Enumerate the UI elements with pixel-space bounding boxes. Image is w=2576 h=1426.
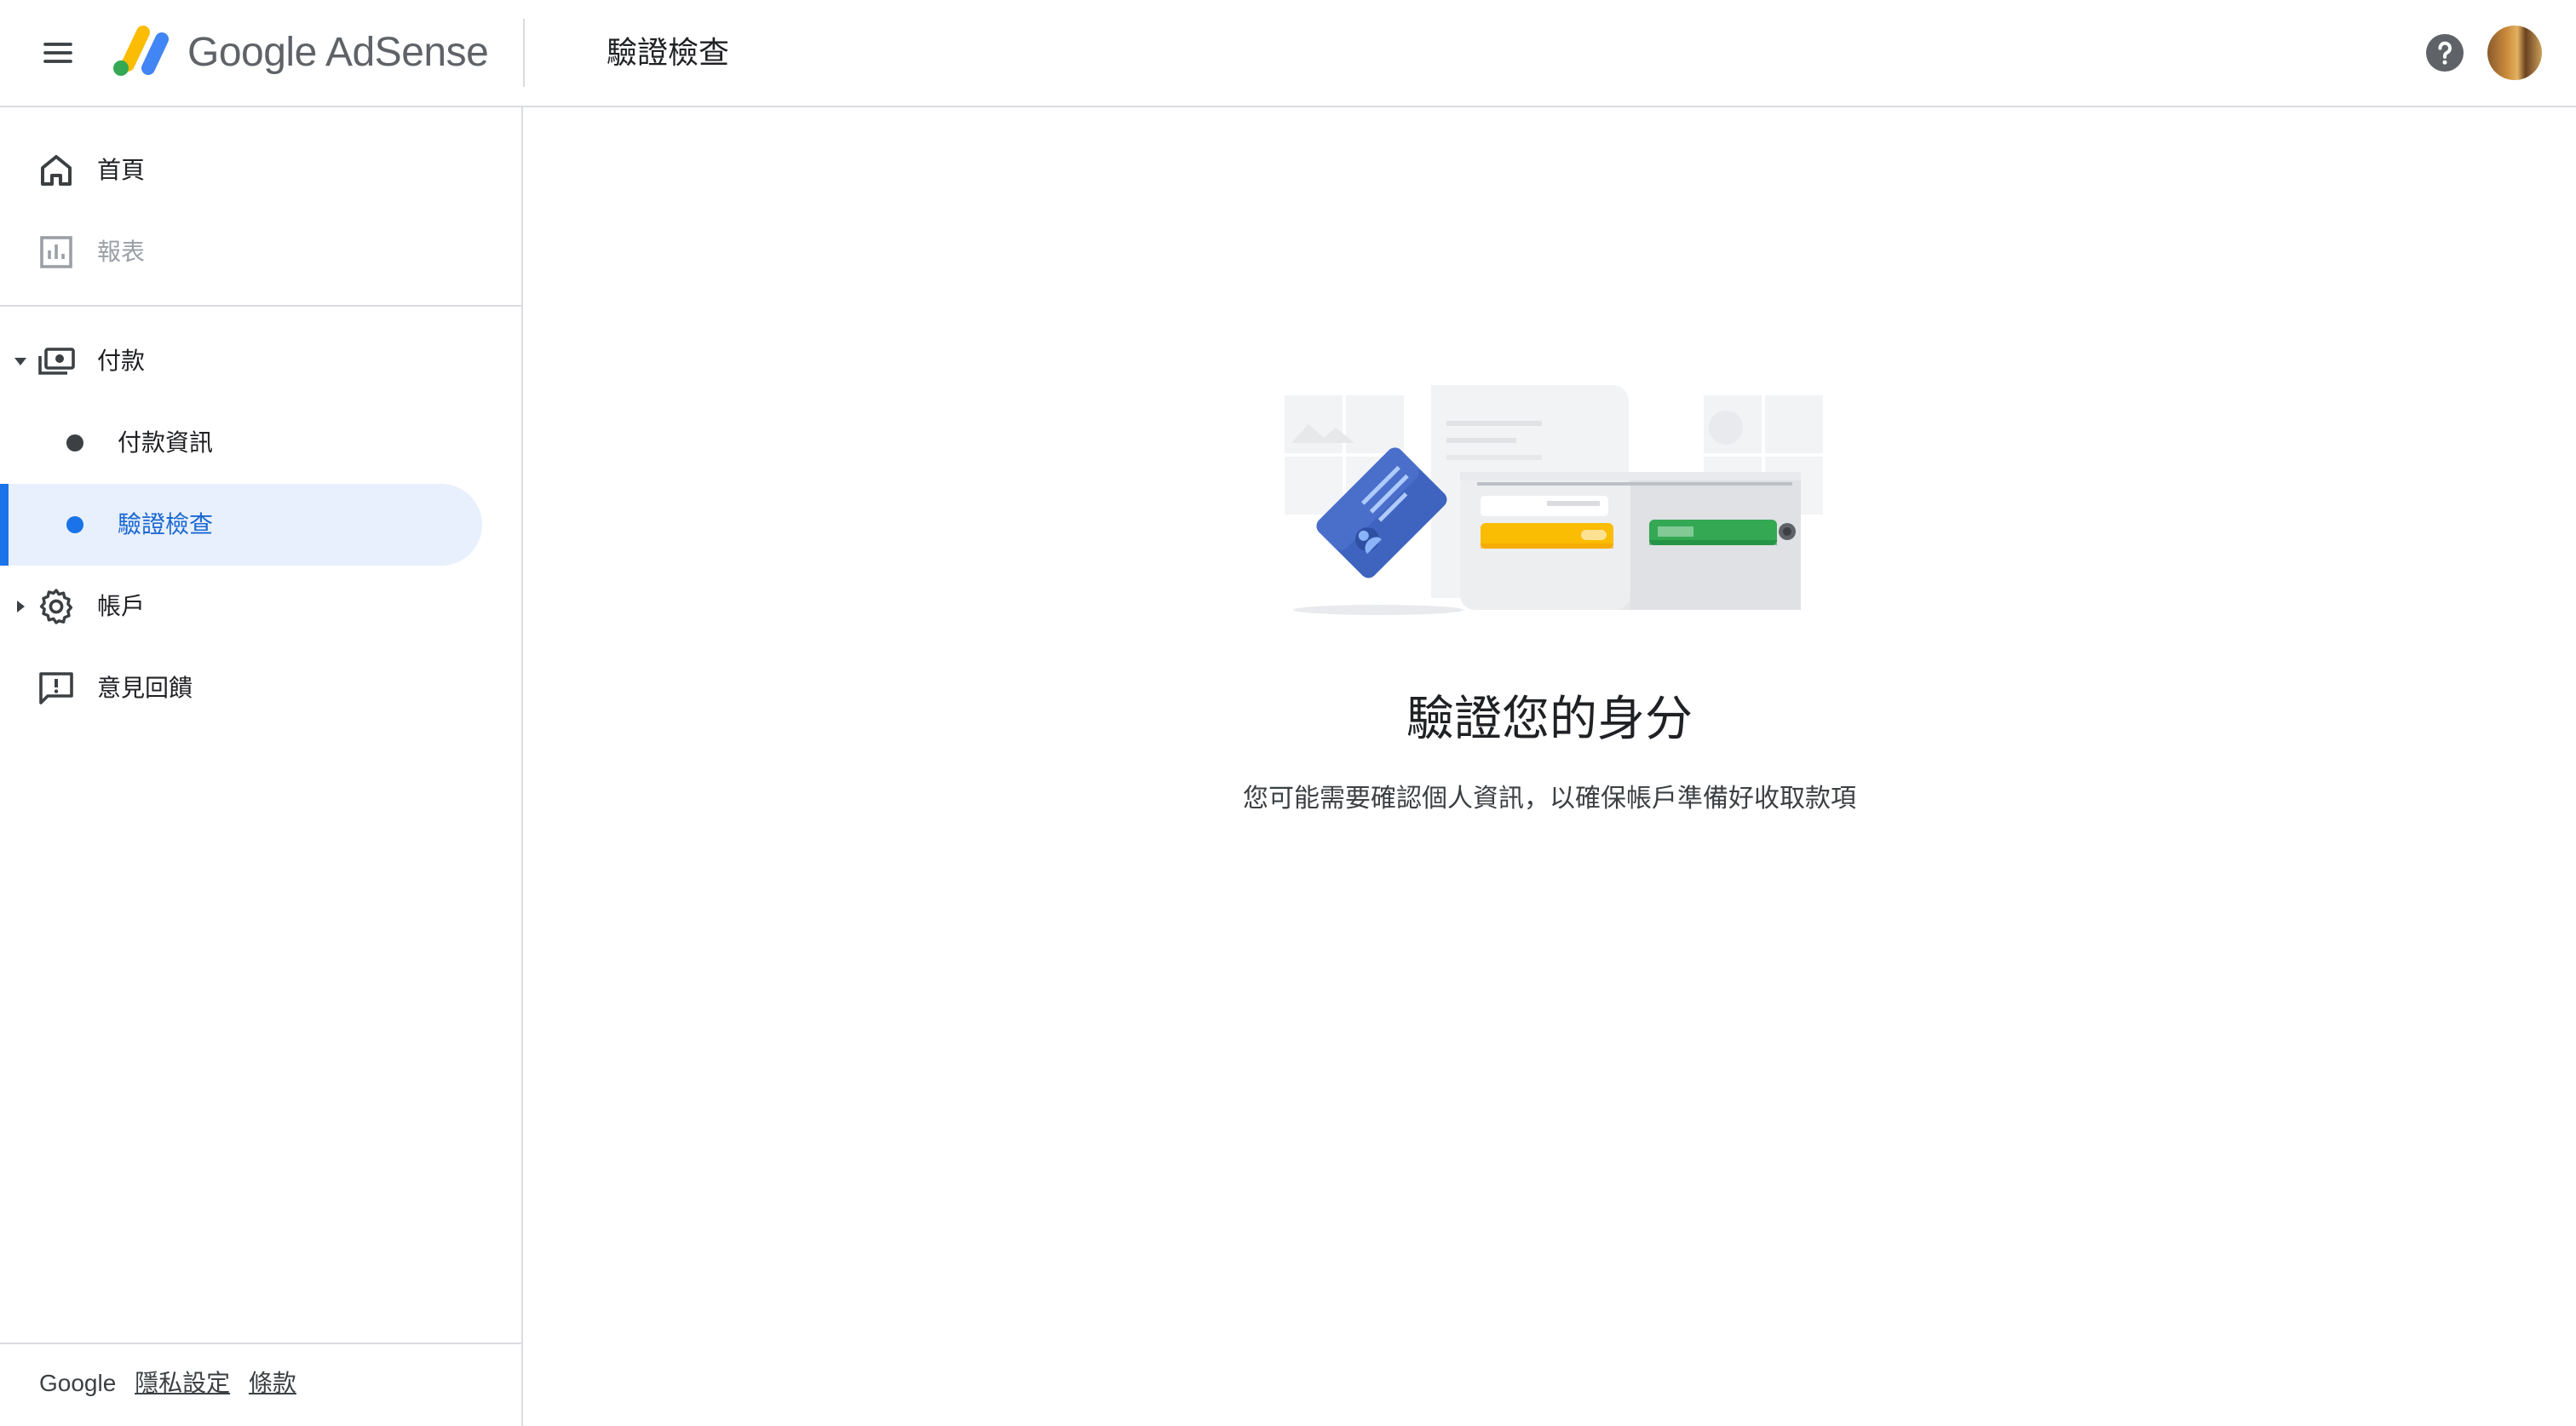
- sidebar-item-reports[interactable]: 報表: [0, 211, 482, 293]
- sidebar-item-label: 首頁: [97, 157, 146, 183]
- sidebar-divider: [0, 305, 521, 307]
- bar-chart-icon: [40, 236, 72, 268]
- sidebar-footer: Google 隱私設定 條款: [39, 1366, 296, 1400]
- sidebar-footer-divider: [0, 1343, 521, 1344]
- verification-heading: 驗證您的身分: [1406, 691, 1693, 745]
- sidebar-item-label: 報表: [97, 239, 146, 265]
- sidebar-subitem-payment-info[interactable]: 付款資訊: [0, 402, 482, 484]
- bullet-icon: [66, 434, 83, 451]
- product-name[interactable]: Google AdSense: [187, 26, 489, 80]
- adsense-logo-icon: [113, 26, 169, 76]
- sidebar-item-feedback[interactable]: 意見回饋: [0, 647, 482, 729]
- sidebar-nav: 首頁 報表 付款 付款資訊 驗證檢查 帳戶 意見回饋 Google 隱私設定 條…: [0, 107, 523, 1426]
- sidebar-item-label: 帳戶: [97, 593, 146, 619]
- sidebar-item-home[interactable]: 首頁: [0, 129, 482, 211]
- top-app-bar: Google AdSense 驗證檢查: [0, 0, 2576, 107]
- sidebar-subitem-label: 驗證檢查: [118, 511, 214, 538]
- terms-link[interactable]: 條款: [249, 1370, 296, 1396]
- payments-icon: [38, 348, 75, 375]
- caret-down-icon[interactable]: [12, 353, 29, 370]
- gear-icon: [39, 589, 73, 624]
- sidebar-item-label: 付款: [97, 348, 146, 374]
- sidebar-item-payments[interactable]: 付款: [0, 320, 482, 402]
- footer-brand: Google: [39, 1370, 117, 1396]
- help-icon[interactable]: [2424, 32, 2465, 73]
- home-icon: [41, 155, 72, 186]
- topbar-divider: [523, 19, 525, 87]
- verification-description: 您可能需要確認個人資訊，以確保帳戶準備好收取款項: [1243, 785, 1856, 813]
- page-title: 驗證檢查: [607, 35, 730, 70]
- sidebar-item-account[interactable]: 帳戶: [0, 566, 482, 647]
- caret-right-icon[interactable]: [12, 598, 29, 615]
- sidebar-item-label: 意見回饋: [97, 675, 193, 701]
- sidebar-subitem-verification[interactable]: 驗證檢查: [0, 484, 482, 566]
- user-avatar[interactable]: [2487, 26, 2542, 80]
- privacy-link[interactable]: 隱私設定: [135, 1370, 230, 1396]
- bullet-icon: [66, 516, 83, 533]
- main-content: 驗證您的身分 您可能需要確認個人資訊，以確保帳戶準備好收取款項: [523, 107, 2576, 1426]
- feedback-icon: [39, 672, 73, 704]
- identity-verification-illustration: [1285, 385, 1823, 615]
- main-menu-button[interactable]: [31, 26, 85, 80]
- sidebar-subitem-label: 付款資訊: [118, 429, 214, 456]
- active-indicator: [0, 484, 9, 566]
- hamburger-menu-icon: [43, 43, 72, 63]
